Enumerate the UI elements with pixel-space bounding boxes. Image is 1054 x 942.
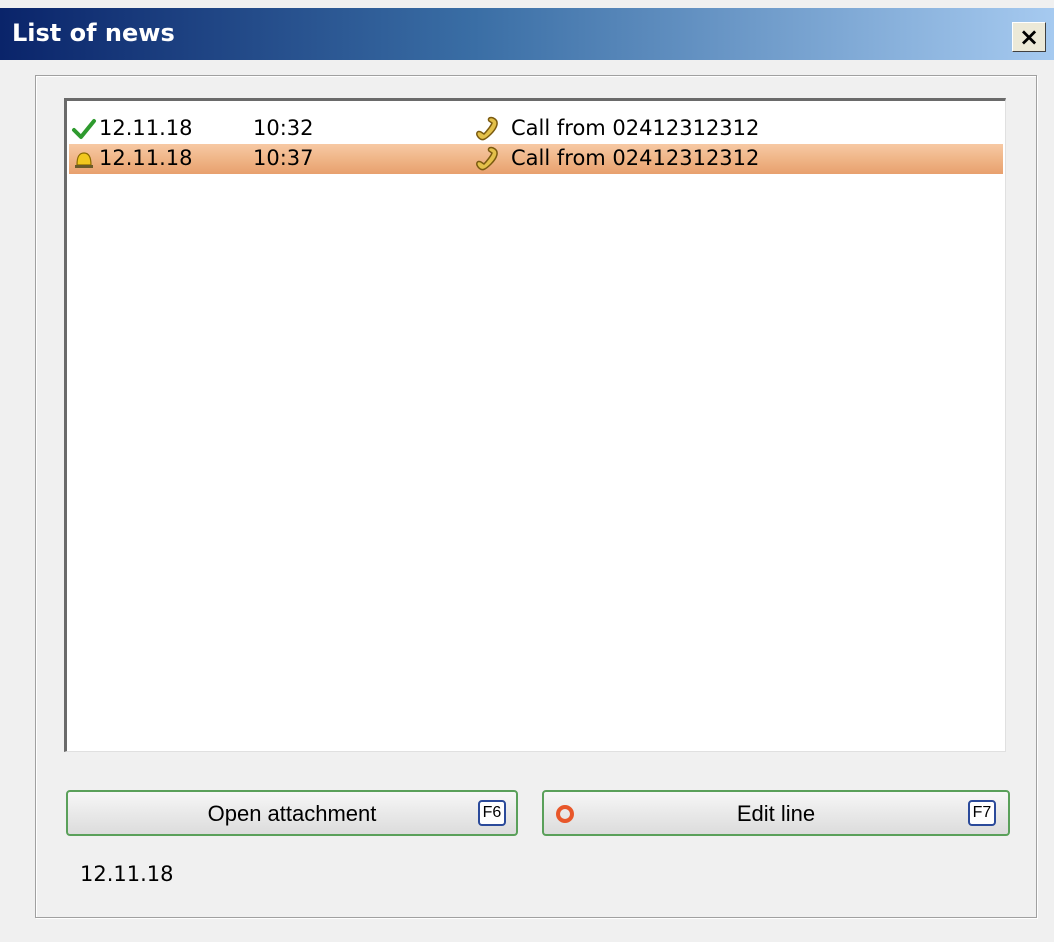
news-date: 12.11.18 (99, 146, 193, 170)
news-listbox[interactable]: 12.11.18 10:32 Call from 02412312312 12.… (64, 98, 1006, 752)
close-button[interactable]: × (1012, 22, 1046, 52)
f6-key-badge: F6 (478, 800, 506, 826)
open-attachment-button[interactable]: Open attachment F6 (66, 790, 518, 836)
open-attachment-label: Open attachment (207, 801, 377, 826)
news-time: 10:32 (253, 116, 314, 140)
phone-icon (473, 116, 503, 142)
news-date: 12.11.18 (99, 116, 193, 140)
edit-line-button[interactable]: Edit line F7 (542, 790, 1010, 836)
status-date: 12.11.18 (80, 862, 174, 886)
bell-icon (71, 147, 97, 171)
close-icon: × (1018, 23, 1040, 51)
news-text: Call from 02412312312 (511, 116, 760, 140)
news-row[interactable]: 12.11.18 10:32 Call from 02412312312 (69, 114, 1003, 144)
phone-icon (473, 146, 503, 172)
check-icon (71, 117, 97, 141)
f7-key-badge: F7 (968, 800, 996, 826)
edit-line-label: Edit line (736, 801, 816, 826)
news-list-window: List of news × 12.11.18 10:32 Call from … (0, 0, 1054, 942)
news-time: 10:37 (253, 146, 314, 170)
window-title: List of news (12, 19, 175, 47)
title-bar[interactable]: List of news × (0, 8, 1054, 60)
news-text: Call from 02412312312 (511, 146, 760, 170)
news-row-selected[interactable]: 12.11.18 10:37 Call from 02412312312 (69, 144, 1003, 174)
